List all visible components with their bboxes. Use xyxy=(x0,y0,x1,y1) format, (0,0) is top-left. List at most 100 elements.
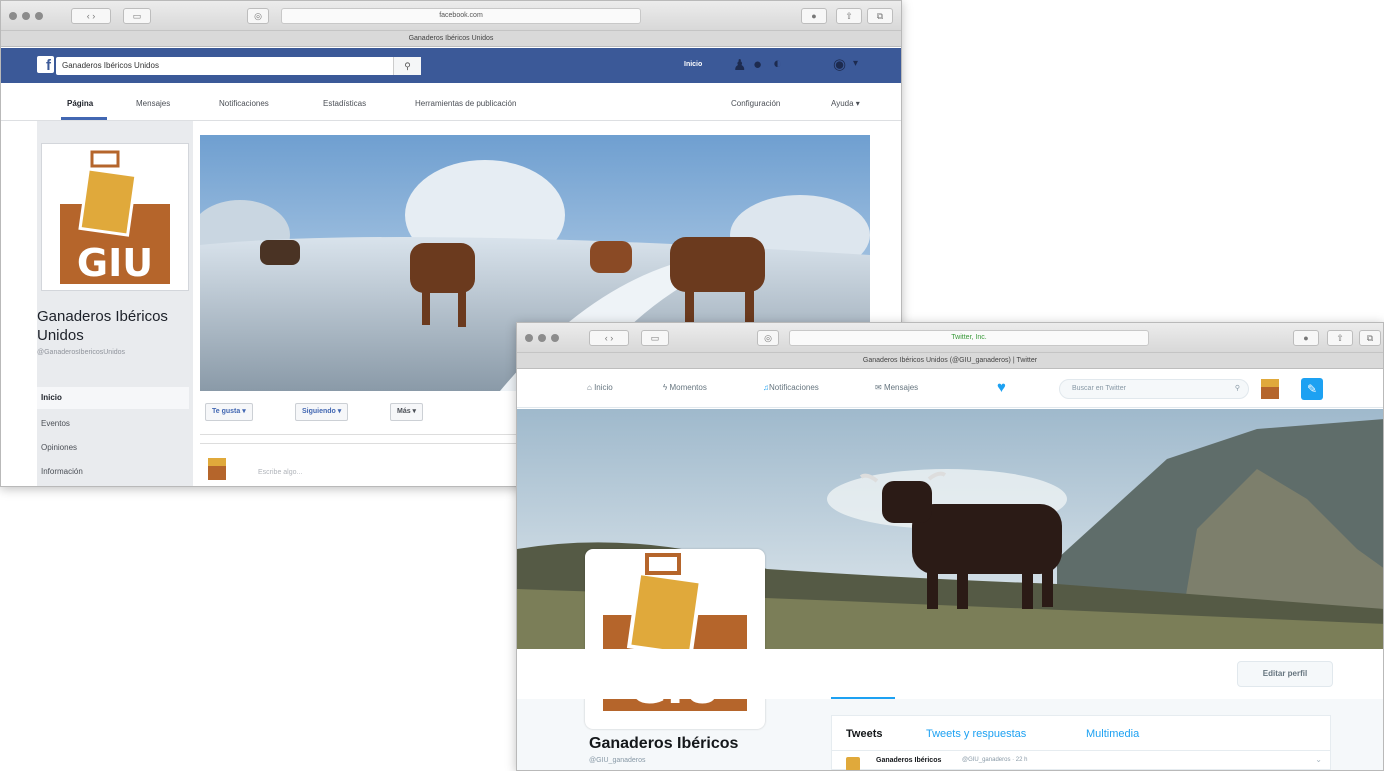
tabs-icon[interactable]: ⧉ xyxy=(1359,330,1381,346)
twitter-bird-icon[interactable]: ♥ xyxy=(997,379,1006,396)
more-button[interactable]: Más ▾ xyxy=(390,403,424,421)
envelope-icon: ✉ xyxy=(875,383,884,392)
tweet-handle: @GIU_ganaderos · 22 h xyxy=(962,757,1028,763)
giu-logo-icon: GIU xyxy=(60,150,170,285)
sidebar-item-label: Información xyxy=(41,467,83,476)
window-controls[interactable] xyxy=(525,334,559,342)
nav-home[interactable]: ⌂ Inicio xyxy=(587,383,613,392)
active-tab-indicator xyxy=(61,117,107,120)
nav-label: Notificaciones xyxy=(769,383,819,392)
page-profile-picture[interactable]: GIU xyxy=(41,143,189,291)
edit-profile-label: Editar perfil xyxy=(1262,669,1308,678)
twitter-topnav: ⌂ Inicio ϟ Momentos ♫Notificaciones ✉ Me… xyxy=(517,370,1383,408)
profile-name: Ganaderos Ibéricos xyxy=(589,735,739,752)
tab-page[interactable]: Página xyxy=(67,99,93,108)
sidebar-item-label: Inicio xyxy=(41,393,62,402)
back-forward-buttons[interactable]: ‹ › xyxy=(71,8,111,24)
download-icon[interactable]: ● xyxy=(801,8,827,24)
follow-label: Siguiendo ▾ xyxy=(302,408,342,415)
active-tab-indicator xyxy=(831,697,895,699)
messages-icon[interactable]: ● xyxy=(753,56,762,73)
tweet-author[interactable]: Ganaderos Ibéricos xyxy=(876,757,941,764)
svg-text:GIU: GIU xyxy=(77,241,153,285)
tab-media[interactable]: Multimedia xyxy=(1086,728,1139,740)
safari-toolbar: ‹ › ▭ ◎ Twitter, Inc. ● ⇧ ⧉ xyxy=(517,323,1383,353)
address-bar[interactable]: facebook.com xyxy=(281,8,641,24)
facebook-header: f Ganaderos Ibéricos Unidos ⚲ Inicio ♟ ●… xyxy=(1,48,901,83)
help-icon[interactable]: ◉ xyxy=(833,55,846,73)
sidebar-item-reviews[interactable]: Opiniones xyxy=(41,443,77,452)
share-icon[interactable]: ⇧ xyxy=(1327,330,1353,346)
sidebar-item-label: Eventos xyxy=(41,419,70,428)
nav-messages[interactable]: ✉ Mensajes xyxy=(875,383,918,392)
nav-label: Inicio xyxy=(594,383,613,392)
friends-icon[interactable]: ♟ xyxy=(733,56,746,74)
profile-tabs-bar: Editar perfil xyxy=(517,649,1383,699)
page-handle: @GanaderosIbericosUnidos xyxy=(37,349,126,356)
tab-publishing-tools[interactable]: Herramientas de publicación xyxy=(415,99,516,108)
tab-title-text: Ganaderos Ibéricos Unidos (@GIU_ganadero… xyxy=(862,357,1038,364)
twitter-search-input[interactable]: Buscar en Twitter ⚲ xyxy=(1059,379,1249,399)
tab-notifications[interactable]: Notificaciones xyxy=(219,99,269,108)
tab-tweets[interactable]: Tweets xyxy=(846,728,882,740)
tab-tweets-replies[interactable]: Tweets y respuestas xyxy=(926,728,1026,740)
edit-profile-button[interactable]: Editar perfil xyxy=(1237,661,1333,687)
sidebar-item-home[interactable]: Inicio xyxy=(37,387,189,409)
nav-moments[interactable]: ϟ Momentos xyxy=(663,383,707,392)
page-name: Ganaderos Ibéricos Unidos xyxy=(37,308,168,344)
facebook-search-input[interactable]: Ganaderos Ibéricos Unidos ⚲ xyxy=(56,57,421,75)
like-button[interactable]: Te gusta ▾ xyxy=(205,403,253,421)
sidebar-item-label: Opiniones xyxy=(41,443,78,452)
profile-body: GIU Editar perfil Ganaderos Ibéricos @GI… xyxy=(517,549,1383,770)
tweet-item[interactable]: Ganaderos Ibéricos @GIU_ganaderos · 22 h… xyxy=(832,750,1330,770)
safari-toolbar: ‹ › ▭ ◎ facebook.com ● ⇧ ⧉ xyxy=(1,1,901,31)
address-bar[interactable]: Twitter, Inc. xyxy=(789,330,1149,346)
home-icon: ⌂ xyxy=(587,383,595,392)
chevron-down-icon[interactable]: ⌄ xyxy=(1315,755,1322,764)
tweet-avatar xyxy=(846,757,860,770)
tab-messages[interactable]: Mensajes xyxy=(136,99,170,108)
more-label: Más ▾ xyxy=(397,408,417,415)
share-icon[interactable]: ⇧ xyxy=(836,8,862,24)
sidebar-icon[interactable]: ▭ xyxy=(641,330,669,346)
sidebar-icon[interactable]: ▭ xyxy=(123,8,151,24)
home-link[interactable]: Inicio xyxy=(684,61,702,68)
window-controls[interactable] xyxy=(9,12,43,20)
nav-label: Momentos xyxy=(669,383,707,392)
search-icon[interactable]: ⚲ xyxy=(1235,380,1240,398)
account-menu-icon[interactable]: ▾ xyxy=(853,58,858,69)
profile-handle: @GIU_ganaderos xyxy=(589,757,646,764)
composer-placeholder: Escribe algo... xyxy=(258,469,303,476)
notifications-icon[interactable]: ◐ xyxy=(773,55,782,72)
profile-avatar-small[interactable] xyxy=(1261,379,1279,399)
page-tabs: Página Mensajes Notificaciones Estadísti… xyxy=(1,83,901,121)
giu-logo-icon: GIU xyxy=(603,553,747,714)
privacy-icon[interactable]: ◎ xyxy=(247,8,269,24)
like-label: Te gusta ▾ xyxy=(212,408,246,415)
back-forward-buttons[interactable]: ‹ › xyxy=(589,330,629,346)
profile-avatar[interactable]: GIU xyxy=(585,549,765,729)
tabs-icon[interactable]: ⧉ xyxy=(867,8,893,24)
tab-statistics[interactable]: Estadísticas xyxy=(323,99,366,108)
page-sidebar: GIU Ganaderos Ibéricos Unidos @Ganaderos… xyxy=(37,121,193,486)
nav-label: Mensajes xyxy=(883,383,919,392)
help-menu[interactable]: Ayuda ▾ xyxy=(831,99,860,108)
search-icon[interactable]: ⚲ xyxy=(393,57,421,75)
search-value: Ganaderos Ibéricos Unidos xyxy=(62,61,159,70)
compose-tweet-button[interactable]: ✎ xyxy=(1301,378,1323,400)
follow-button[interactable]: Siguiendo ▾ xyxy=(295,403,349,421)
facebook-logo-icon[interactable]: f xyxy=(37,56,54,74)
privacy-icon[interactable]: ◎ xyxy=(757,330,779,346)
tab-title[interactable]: Ganaderos Ibéricos Unidos (@GIU_ganadero… xyxy=(517,353,1383,369)
url-text: facebook.com xyxy=(439,12,483,19)
sidebar-item-info[interactable]: Información xyxy=(41,467,83,476)
search-placeholder: Buscar en Twitter xyxy=(1072,385,1126,392)
nav-notifications[interactable]: ♫Notificaciones xyxy=(763,383,819,392)
url-text: Twitter, Inc. xyxy=(951,334,987,341)
sidebar-item-events[interactable]: Eventos xyxy=(41,419,70,428)
settings-link[interactable]: Configuración xyxy=(731,99,780,108)
download-icon[interactable]: ● xyxy=(1293,330,1319,346)
tab-title-text: Ganaderos Ibéricos Unidos xyxy=(408,35,494,42)
tab-title[interactable]: Ganaderos Ibéricos Unidos xyxy=(1,31,901,47)
composer-avatar xyxy=(208,458,226,480)
